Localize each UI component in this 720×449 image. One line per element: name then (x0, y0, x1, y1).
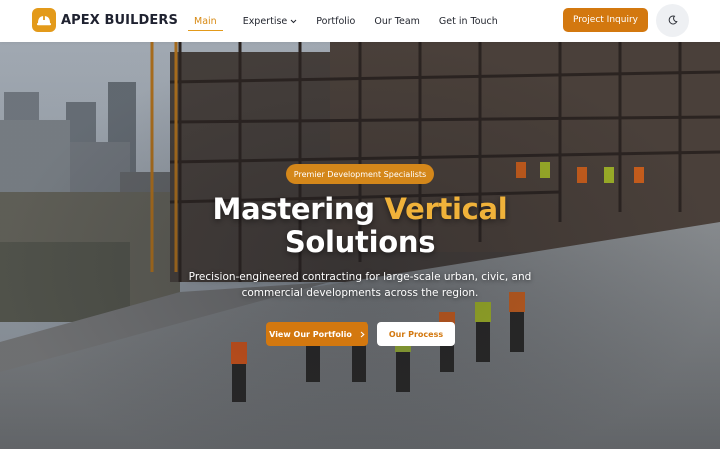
brand-logo[interactable]: APEX BUILDERS (32, 8, 178, 32)
hero-badge: Premier Development Specialists (286, 164, 434, 184)
nav-item-our-team[interactable]: Our Team (374, 0, 420, 42)
hero-headline-line1: Mastering Vertical (0, 192, 720, 226)
chevron-right-icon (360, 331, 365, 338)
project-inquiry-button[interactable]: Project Inquiry (563, 8, 648, 32)
view-portfolio-label: View Our Portfolio (269, 329, 352, 339)
hero-section: Premier Development Specialists Masterin… (0, 42, 720, 449)
nav-item-expertise-label: Expertise (242, 15, 288, 27)
chevron-down-icon (290, 19, 297, 24)
nav-item-expertise[interactable]: Expertise (243, 0, 298, 42)
main-nav: Main Expertise Portfolio Our Team Get in… (187, 0, 517, 42)
hero-subtitle: Precision-engineered contracting for lar… (188, 271, 532, 299)
nav-item-portfolio[interactable]: Portfolio (316, 0, 355, 42)
theme-toggle-button[interactable] (656, 4, 689, 37)
headline-part: Mastering (212, 192, 385, 226)
hard-hat-icon (32, 8, 56, 32)
our-process-button[interactable]: Our Process (377, 322, 455, 346)
top-navbar: APEX BUILDERS Main Expertise Portfolio O… (0, 0, 720, 42)
nav-item-main[interactable]: Main (187, 0, 224, 42)
hero-headline-line2: Solutions (284, 225, 436, 259)
headline-highlight: Vertical (384, 192, 508, 226)
nav-item-get-in-touch[interactable]: Get in Touch (439, 0, 498, 42)
moon-icon (668, 12, 678, 30)
view-portfolio-button[interactable]: View Our Portfolio (266, 322, 368, 346)
brand-name: APEX BUILDERS (61, 12, 178, 28)
